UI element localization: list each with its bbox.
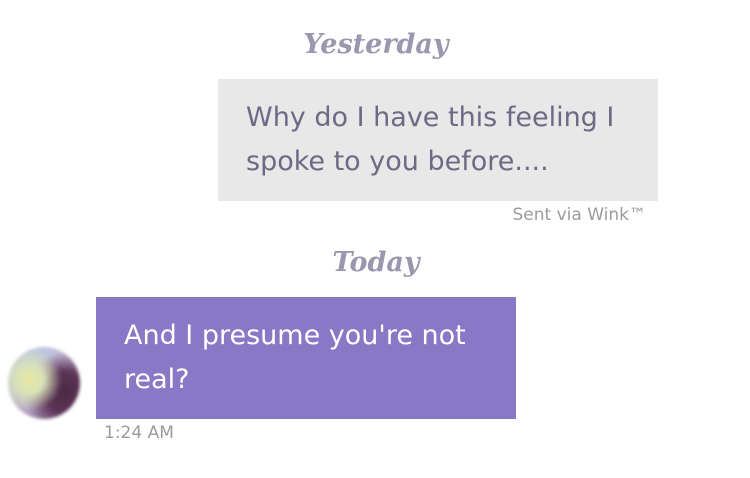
date-header-today: Today <box>332 247 420 278</box>
date-header-yesterday: Yesterday <box>303 29 449 60</box>
sent-via-label: Sent via Wink™ <box>512 205 646 225</box>
sender-avatar[interactable] <box>8 347 80 419</box>
received-message-bubble[interactable]: And I presume you're not real? <box>96 297 516 419</box>
sent-message-bubble[interactable]: Why do I have this feeling I spoke to yo… <box>218 79 658 201</box>
chat-thread: Yesterday Why do I have this feeling I s… <box>0 0 750 478</box>
message-timestamp: 1:24 AM <box>104 423 174 443</box>
